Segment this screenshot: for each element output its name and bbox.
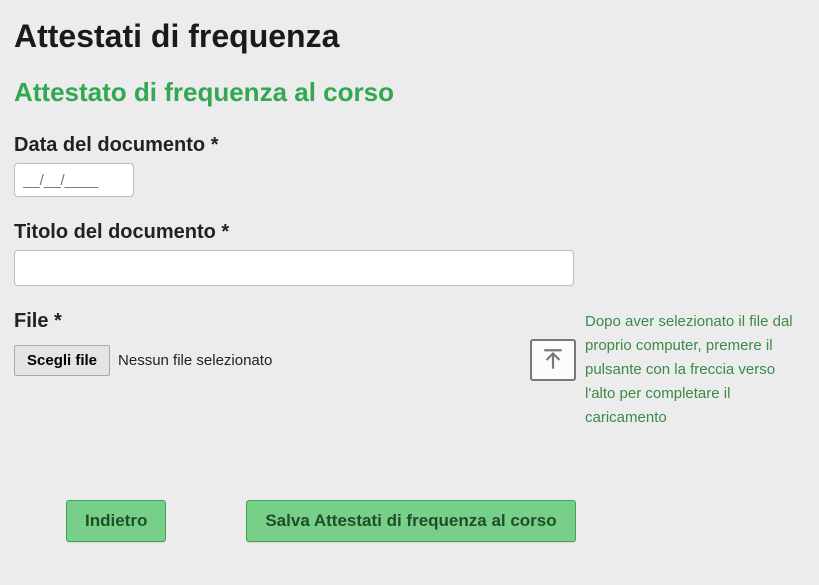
file-label: File * <box>14 310 576 333</box>
choose-file-button[interactable]: Scegli file <box>14 345 110 376</box>
title-input[interactable] <box>14 250 574 286</box>
title-label: Titolo del documento * <box>14 221 805 244</box>
save-button[interactable]: Salva Attestati di frequenza al corso <box>246 500 575 542</box>
subtitle: Attestato di frequenza al corso <box>14 77 805 108</box>
file-status: Nessun file selezionato <box>118 352 272 369</box>
upload-button[interactable] <box>530 339 576 381</box>
page-title: Attestati di frequenza <box>14 18 805 55</box>
date-input[interactable] <box>14 163 134 197</box>
date-label: Data del documento * <box>14 134 805 157</box>
arrow-up-icon <box>540 347 566 373</box>
upload-hint: Dopo aver selezionato il file dal propri… <box>585 310 805 430</box>
back-button[interactable]: Indietro <box>66 500 166 542</box>
